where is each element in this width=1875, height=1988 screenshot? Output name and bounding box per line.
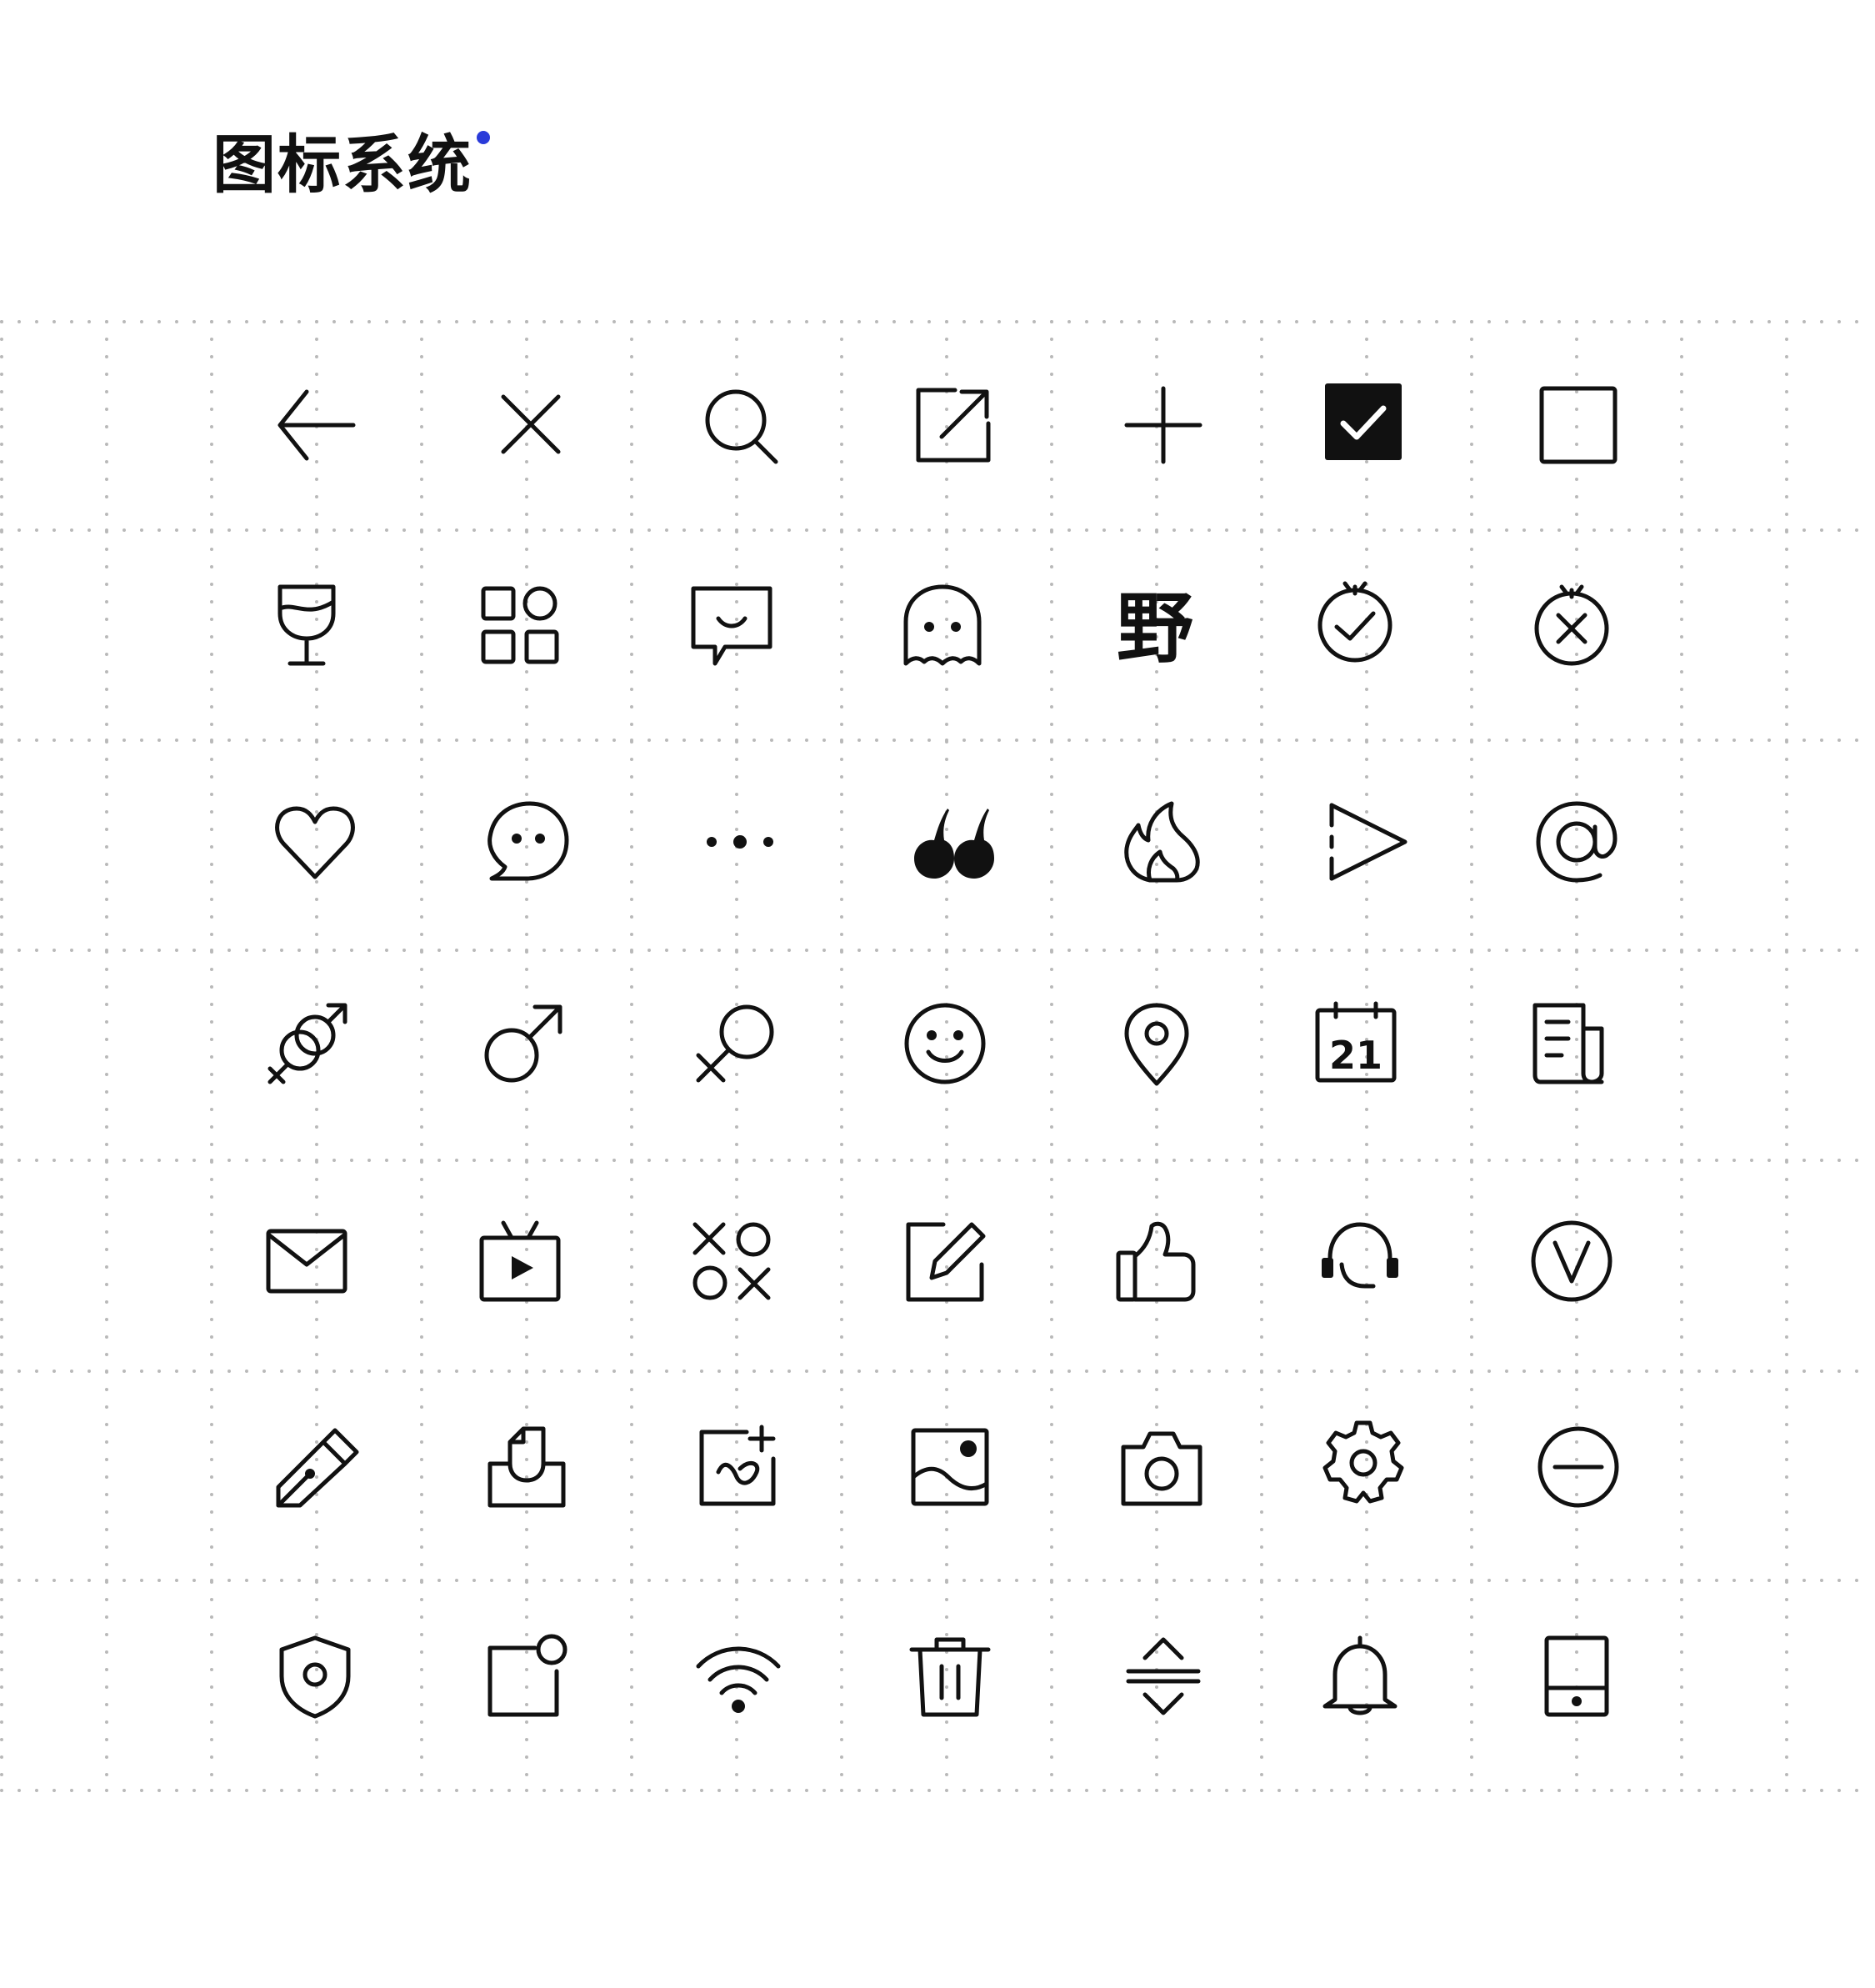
expand-vertical-icon[interactable] [1113, 1626, 1213, 1726]
image-icon[interactable] [900, 1417, 1000, 1517]
plus-icon[interactable] [1113, 375, 1213, 475]
checkbox-checked-icon[interactable] [1313, 372, 1413, 472]
tv-icon[interactable] [470, 1211, 570, 1311]
calendar-day-number: 21 [1329, 1033, 1382, 1078]
wifi-icon[interactable] [688, 1626, 788, 1726]
gender-both-icon[interactable] [258, 994, 358, 1094]
newspaper-icon[interactable] [1523, 994, 1623, 1094]
settings-gear-icon[interactable] [1313, 1411, 1413, 1511]
male-icon[interactable] [473, 994, 573, 1094]
ye-character-glyph: 野 [1117, 584, 1193, 674]
mail-icon[interactable] [257, 1211, 357, 1311]
search-icon[interactable] [691, 375, 791, 475]
image-add-icon[interactable] [687, 1417, 787, 1517]
close-icon[interactable] [480, 375, 580, 475]
headset-icon[interactable] [1310, 1211, 1410, 1311]
edit-icon[interactable] [895, 1211, 995, 1311]
checkbox-empty-icon[interactable] [1528, 375, 1628, 475]
trash-icon[interactable] [900, 1626, 1000, 1726]
at-sign-icon[interactable] [1527, 792, 1627, 892]
ye-character-icon[interactable]: 野 [1105, 575, 1205, 675]
verified-v-icon[interactable] [1522, 1211, 1622, 1311]
arrow-left-icon[interactable] [265, 375, 365, 475]
pen-nib-icon[interactable] [265, 1417, 365, 1517]
notification-square-icon[interactable] [477, 1626, 577, 1726]
smile-icon[interactable] [895, 994, 995, 1094]
calendar-icon[interactable]: 21 [1306, 992, 1406, 1092]
quote-icon[interactable] [902, 792, 1002, 892]
chat-round-icon[interactable] [478, 792, 578, 892]
play-dashed-icon[interactable] [1318, 792, 1418, 892]
clock-cancel-icon[interactable] [1522, 575, 1622, 675]
bell-icon[interactable] [1310, 1626, 1410, 1726]
tic-tac-toe-icon[interactable] [682, 1211, 782, 1311]
camera-icon[interactable] [1112, 1417, 1212, 1517]
wine-glass-icon[interactable] [257, 575, 357, 675]
heart-icon[interactable] [265, 792, 365, 892]
fire-icon[interactable] [1113, 792, 1213, 892]
female-icon[interactable] [685, 994, 785, 1094]
more-horizontal-icon[interactable] [690, 792, 790, 892]
chat-bubble-smile-icon[interactable] [682, 575, 782, 675]
shield-icon[interactable] [265, 1626, 365, 1726]
inbox-upload-icon[interactable] [477, 1417, 577, 1517]
thumbs-up-icon[interactable] [1107, 1211, 1207, 1311]
location-pin-icon[interactable] [1107, 994, 1207, 1094]
minus-circle-icon[interactable] [1528, 1417, 1628, 1517]
external-link-icon[interactable] [903, 375, 1003, 475]
phone-icon[interactable] [1527, 1626, 1627, 1726]
ghost-icon[interactable] [892, 575, 992, 675]
app-grid-icon[interactable] [470, 575, 570, 675]
clock-check-icon[interactable] [1305, 572, 1405, 672]
